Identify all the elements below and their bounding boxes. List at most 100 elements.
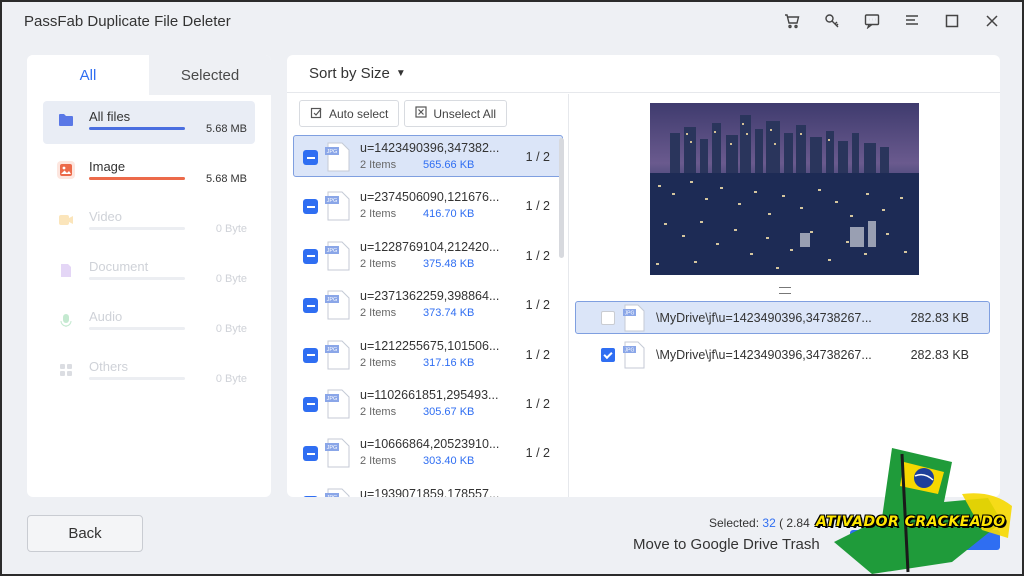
duplicate-group-row[interactable]: JPG u=2374506090,121676... 2 Items 416.70 K…	[293, 184, 563, 226]
category-progress	[89, 327, 185, 330]
category-size: 0 Byte	[215, 223, 247, 235]
group-name: u=1228769104,212420...	[360, 239, 500, 254]
jpg-file-icon: JPG	[324, 290, 350, 320]
auto-select-button[interactable]: Auto select	[299, 100, 400, 127]
category-size: 0 Byte	[215, 273, 247, 285]
selection-summary: Selected: 32 ( 2.84	[709, 516, 810, 530]
svg-text:JPG: JPG	[327, 396, 338, 402]
group-name: u=2371362259,398864...	[360, 289, 500, 304]
category-all-files[interactable]: All files 5.68 MB	[43, 101, 255, 144]
file-path: \MyDrive\jf\u=1423490396,34738267...	[656, 348, 872, 362]
cart-icon[interactable]	[772, 8, 812, 34]
unselect-all-button[interactable]: Unselect All	[404, 100, 508, 127]
group-selection-count: 1 / 2	[525, 248, 550, 263]
group-item-count: 2 Items	[360, 307, 397, 320]
category-audio[interactable]: Audio 0 Byte	[43, 301, 255, 344]
app-window: PassFab Duplicate File Deleter All Selec…	[0, 0, 1024, 576]
duplicate-file-row[interactable]: JPG \MyDrive\jf\u=1423490396,34738267...…	[575, 301, 990, 334]
category-size: 5.68 MB	[206, 173, 247, 185]
maximize-icon[interactable]	[932, 8, 972, 34]
group-checkbox[interactable]	[303, 248, 318, 264]
jpg-file-icon: JPG	[324, 191, 350, 221]
unselect-icon	[415, 106, 427, 121]
results-panel: Sort by Size ▼ Auto select Unselect All	[287, 55, 1000, 497]
title-bar-controls	[772, 8, 1012, 34]
duplicate-group-row[interactable]: JPG u=1102661851,295493... 2 Items 305.67 K…	[293, 382, 563, 424]
tab-selected[interactable]: Selected	[149, 55, 271, 95]
group-checkbox[interactable]	[303, 199, 318, 215]
category-progress	[89, 377, 185, 380]
image-icon	[57, 161, 75, 179]
resize-handle[interactable]	[779, 287, 791, 294]
close-icon[interactable]	[972, 8, 1012, 34]
group-checkbox[interactable]	[303, 446, 318, 462]
group-size: 317.16 KB	[423, 356, 475, 369]
group-checkbox[interactable]	[303, 396, 318, 412]
category-video[interactable]: Video 0 Byte	[43, 201, 255, 244]
selected-count: 32	[762, 516, 776, 530]
selection-toolbar: Auto select Unselect All	[299, 100, 508, 127]
group-item-count: 2 Items	[360, 405, 397, 418]
tab-all[interactable]: All	[27, 55, 149, 95]
group-list: JPG u=1423490396,347382... 2 Items 565.66 K…	[293, 135, 563, 497]
jpg-file-icon: JPG	[324, 438, 350, 468]
category-progress	[89, 227, 185, 230]
duplicate-file-row[interactable]: JPG \MyDrive\jf\u=1423490396,34738267...…	[575, 338, 990, 371]
unselect-all-label: Unselect All	[433, 106, 497, 121]
sort-label: Sort by Size	[309, 65, 390, 82]
group-size: 305.67 KB	[423, 405, 475, 418]
svg-text:JPG: JPG	[625, 311, 635, 317]
brazil-flag-logo	[834, 448, 1012, 574]
title-bar: PassFab Duplicate File Deleter	[2, 2, 1022, 42]
category-name: Image	[89, 159, 126, 174]
category-others[interactable]: Others 0 Byte	[43, 351, 255, 394]
group-name: u=10666864,20523910...	[360, 437, 500, 452]
group-item-count: 2 Items	[360, 257, 397, 270]
category-panel: All Selected All files 5.68 MB Image 5.6…	[27, 55, 271, 497]
file-checkbox[interactable]	[601, 348, 615, 362]
list-scrollbar[interactable]	[559, 138, 564, 258]
back-button[interactable]: Back	[27, 515, 143, 552]
auto-select-label: Auto select	[329, 106, 389, 121]
file-checkbox[interactable]	[601, 311, 615, 325]
menu-icon[interactable]	[892, 8, 932, 34]
duplicate-group-row[interactable]: JPG u=1212255675,101506... 2 Items 317.16 K…	[293, 333, 563, 375]
group-checkbox[interactable]	[303, 495, 318, 497]
group-checkbox[interactable]	[303, 347, 318, 363]
svg-text:JPG: JPG	[327, 495, 338, 497]
sort-dropdown[interactable]: Sort by Size ▼	[309, 65, 406, 82]
jpg-file-icon: JPG	[324, 142, 350, 172]
duplicate-group-row[interactable]: JPG u=1939071859,178557...	[293, 481, 563, 497]
audio-icon	[57, 311, 75, 329]
group-item-count: 2 Items	[360, 455, 397, 468]
duplicate-group-row[interactable]: JPG u=1228769104,212420... 2 Items 375.48 K…	[293, 234, 563, 276]
category-size: 5.68 MB	[206, 123, 247, 135]
duplicate-group-list: Auto select Unselect All JPG u=1423490396…	[287, 94, 569, 497]
svg-text:JPG: JPG	[327, 445, 338, 451]
duplicate-group-row[interactable]: JPG u=2371362259,398864... 2 Items 373.74 K…	[293, 283, 563, 325]
watermark-text: ATIVADOR CRACKEADO	[816, 514, 1006, 530]
group-item-count: 2 Items	[360, 208, 397, 221]
selected-prefix: Selected:	[709, 516, 760, 530]
group-checkbox[interactable]	[303, 298, 318, 314]
category-name: Audio	[89, 309, 123, 324]
group-size: 416.70 KB	[423, 208, 475, 221]
svg-text:JPG: JPG	[327, 198, 338, 204]
jpg-file-icon: JPG	[324, 340, 350, 370]
group-checkbox[interactable]	[303, 150, 318, 165]
category-image[interactable]: Image 5.68 MB	[43, 151, 255, 194]
svg-text:JPG: JPG	[625, 348, 635, 354]
category-document[interactable]: Document 0 Byte	[43, 251, 255, 294]
category-progress	[89, 277, 185, 280]
duplicate-group-row[interactable]: JPG u=10666864,20523910... 2 Items 303.40 K…	[293, 431, 563, 473]
feedback-icon[interactable]	[852, 8, 892, 34]
key-icon[interactable]	[812, 8, 852, 34]
category-name: Others	[89, 359, 129, 374]
category-size: 0 Byte	[215, 323, 247, 335]
category-list: All files 5.68 MB Image 5.68 MB Video 0 …	[27, 95, 271, 394]
duplicate-group-row[interactable]: JPG u=1423490396,347382... 2 Items 565.66 K…	[293, 135, 563, 177]
image-preview	[650, 103, 919, 275]
svg-text:JPG: JPG	[327, 149, 338, 155]
group-selection-count: 1 / 2	[525, 298, 550, 313]
group-name: u=1423490396,347382...	[360, 141, 500, 155]
